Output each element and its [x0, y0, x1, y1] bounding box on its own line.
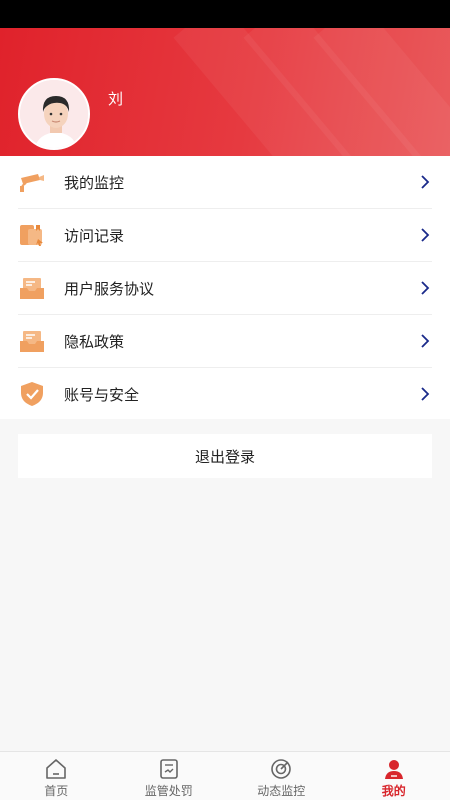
radar-icon: [271, 759, 292, 779]
avatar[interactable]: [18, 78, 90, 150]
tab-supervision-penalty[interactable]: 监管处罚: [113, 752, 226, 800]
clipboard-icon: [159, 759, 178, 779]
folder-icon: [18, 221, 46, 249]
home-icon: [46, 759, 67, 779]
chevron-right-icon: [421, 334, 430, 348]
menu-item-label: 我的监控: [64, 173, 125, 192]
logout-button[interactable]: 退出登录: [18, 434, 432, 478]
user-name: 刘: [108, 90, 124, 108]
menu-item-label: 隐私政策: [64, 332, 125, 351]
document-tray-icon: [18, 327, 46, 355]
chevron-right-icon: [421, 228, 430, 242]
chevron-right-icon: [421, 175, 430, 189]
status-bar: [0, 0, 450, 28]
menu-item-label: 账号与安全: [64, 385, 140, 404]
chevron-right-icon: [421, 387, 430, 401]
menu-item-access-records[interactable]: 访问记录: [18, 209, 432, 261]
tab-label: 我的: [381, 784, 406, 798]
document-tray-icon: [18, 274, 46, 302]
menu-item-user-agreement[interactable]: 用户服务协议: [18, 262, 432, 314]
menu-item-privacy-policy[interactable]: 隐私政策: [18, 315, 432, 367]
tab-label: 动态监控: [257, 784, 306, 798]
chevron-right-icon: [421, 281, 430, 295]
shield-check-icon: [18, 380, 46, 408]
menu-list: 我的监控 访问记录 用户服务协议 隐私政策 账号与安全: [0, 156, 450, 419]
menu-item-label: 访问记录: [64, 226, 125, 245]
profile-header: 刘: [0, 28, 450, 156]
person-icon: [384, 760, 403, 779]
camera-icon: [18, 168, 46, 196]
menu-item-account-security[interactable]: 账号与安全: [18, 368, 432, 420]
bottom-tab-bar: 首页 监管处罚 动态监控 我的: [0, 751, 450, 800]
tab-dynamic-monitoring[interactable]: 动态监控: [225, 752, 338, 800]
menu-item-my-monitoring[interactable]: 我的监控: [18, 156, 432, 208]
tab-label: 首页: [44, 784, 69, 798]
tab-home[interactable]: 首页: [0, 752, 113, 800]
menu-item-label: 用户服务协议: [64, 279, 155, 298]
tab-label: 监管处罚: [144, 784, 193, 798]
avatar-person-icon: [20, 80, 88, 148]
tab-mine[interactable]: 我的: [338, 752, 450, 800]
